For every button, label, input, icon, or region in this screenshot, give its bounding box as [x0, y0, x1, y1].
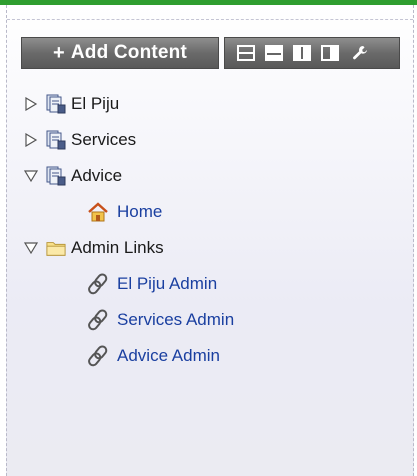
collapse-arrow-icon[interactable]: [22, 167, 40, 185]
page-stack-icon: [46, 94, 66, 114]
expand-arrow-icon[interactable]: [22, 95, 40, 113]
layout-columns-icon[interactable]: [293, 45, 311, 61]
layout-toolbar: [224, 37, 400, 69]
wrench-icon[interactable]: [349, 45, 371, 61]
tree-item-el-piju-admin[interactable]: El Piju Admin: [22, 266, 234, 302]
layout-split-rows-icon[interactable]: [265, 45, 283, 61]
tree-item-label[interactable]: Admin Links: [71, 238, 164, 258]
page-stack-icon: [46, 166, 66, 186]
folder-icon: [46, 238, 66, 258]
tree-item-label[interactable]: Advice Admin: [117, 346, 220, 366]
tree-item-label[interactable]: Services: [71, 130, 136, 150]
expand-arrow-icon[interactable]: [22, 131, 40, 149]
panel-divider: [7, 19, 413, 20]
tree-item-advice[interactable]: Advice: [22, 158, 234, 194]
tree-item-label[interactable]: Advice: [71, 166, 122, 186]
tree-item-label[interactable]: Home: [117, 202, 162, 222]
plus-icon: +: [52, 41, 65, 64]
add-content-button[interactable]: + Add Content: [21, 37, 219, 69]
tree-item-el-piju[interactable]: El Piju: [22, 86, 234, 122]
link-icon: [87, 273, 111, 295]
tree-item-advice-admin[interactable]: Advice Admin: [22, 338, 234, 374]
content-toolbar: + Add Content: [21, 37, 400, 69]
tree-item-label[interactable]: Services Admin: [117, 310, 234, 330]
link-icon: [87, 309, 111, 331]
add-content-label: Add Content: [70, 42, 188, 63]
site-tree: El Piju Services Advice Home Admin Links…: [22, 86, 234, 374]
link-icon: [87, 345, 111, 367]
page-stack-icon: [46, 130, 66, 150]
home-icon: [87, 202, 111, 222]
tree-item-services-admin[interactable]: Services Admin: [22, 302, 234, 338]
tree-item-label[interactable]: El Piju: [71, 94, 119, 114]
tree-item-home[interactable]: Home: [22, 194, 234, 230]
tree-item-admin-links[interactable]: Admin Links: [22, 230, 234, 266]
layout-rows-icon[interactable]: [237, 45, 255, 61]
tree-item-label[interactable]: El Piju Admin: [117, 274, 217, 294]
collapse-arrow-icon[interactable]: [22, 239, 40, 257]
tree-item-services[interactable]: Services: [22, 122, 234, 158]
layout-wide-column-icon[interactable]: [321, 45, 339, 61]
